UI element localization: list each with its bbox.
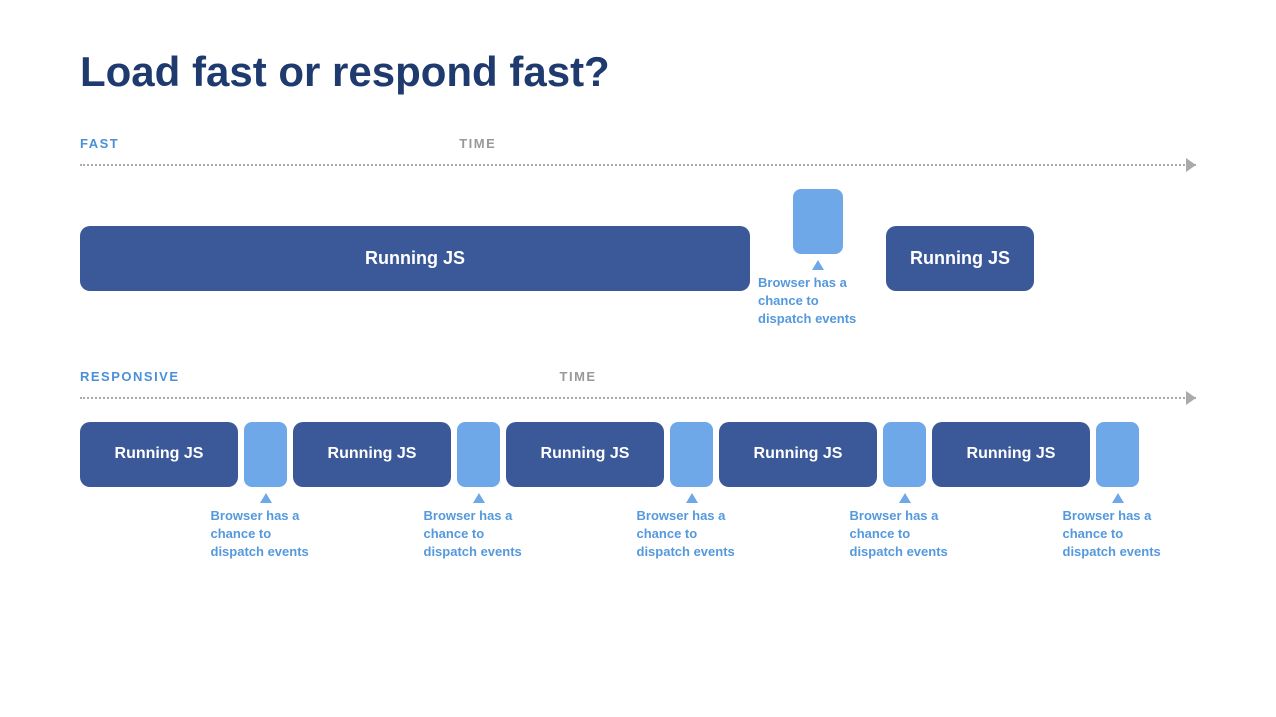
fast-blocks-row: Running JS Browser has achance todispatc…: [80, 189, 1196, 329]
fast-header-row: FAST TIME: [80, 136, 1196, 151]
fast-blocks-area: Running JS Browser has achance todispatc…: [80, 189, 1196, 329]
resp-annotation-4: Browser has achance todispatch events: [883, 493, 926, 562]
page-title: Load fast or respond fast?: [80, 48, 1196, 96]
resp-ann-arrow-5: [1112, 493, 1124, 503]
resp-ann-arrow-4: [899, 493, 911, 503]
resp-ann-arrow-3: [686, 493, 698, 503]
resp-gap-block-2: [457, 422, 500, 487]
fast-gap-block-wrap: Browser has achance todispatch events: [758, 189, 878, 329]
resp-ann-arrow-2: [473, 493, 485, 503]
resp-ann-text-4: Browser has achance todispatch events: [850, 507, 960, 562]
resp-running-js-2: Running JS: [293, 422, 451, 487]
fast-annotation-text: Browser has achance todispatch events: [758, 274, 878, 329]
resp-gap-block-3: [670, 422, 713, 487]
resp-ann-arrow-1: [260, 493, 272, 503]
resp-running-js-4: Running JS: [719, 422, 877, 487]
resp-running-js-3: Running JS: [506, 422, 664, 487]
resp-annotation-2: Browser has achance todispatch events: [457, 493, 500, 562]
resp-timeline-arrow: [80, 390, 1196, 406]
resp-header-row: RESPONSIVE TIME: [80, 369, 1196, 384]
fast-annotation-arrow: [812, 260, 824, 270]
resp-gap-block-1: [244, 422, 287, 487]
resp-blocks-area: Running JS Running JS Running JS Ru: [80, 422, 1196, 562]
resp-ann-text-5: Browser has achance todispatch events: [1063, 507, 1173, 562]
resp-label: RESPONSIVE: [80, 369, 180, 384]
fast-arrow-line: [80, 164, 1196, 166]
resp-ann-text-3: Browser has achance todispatch events: [637, 507, 747, 562]
fast-time-label: TIME: [459, 136, 496, 151]
resp-gap-block-4: [883, 422, 926, 487]
fast-running-js-2: Running JS: [886, 226, 1034, 291]
resp-time-label: TIME: [560, 369, 597, 384]
resp-annotation-3: Browser has achance todispatch events: [670, 493, 713, 562]
resp-gap-block-5: [1096, 422, 1139, 487]
fast-arrow-head: [1186, 158, 1196, 172]
resp-annotation-1: Browser has achance todispatch events: [244, 493, 287, 562]
fast-annotation: Browser has achance todispatch events: [758, 260, 878, 329]
resp-arrow-head: [1186, 391, 1196, 405]
fast-label: FAST: [80, 136, 119, 151]
fast-gap-block: [793, 189, 843, 254]
fast-running-js-1: Running JS: [80, 226, 750, 291]
fast-timeline-arrow: [80, 157, 1196, 173]
resp-annotation-row: Browser has achance todispatch events Br…: [80, 493, 1196, 562]
resp-running-js-1: Running JS: [80, 422, 238, 487]
resp-arrow-line: [80, 397, 1196, 399]
resp-ann-text-1: Browser has achance todispatch events: [211, 507, 321, 562]
resp-annotation-5: Browser has achance todispatch events: [1096, 493, 1139, 562]
responsive-section: RESPONSIVE TIME Running JS Running JS: [80, 369, 1196, 562]
page: Load fast or respond fast? FAST TIME Run…: [0, 0, 1276, 631]
resp-blocks-row: Running JS Running JS Running JS Ru: [80, 422, 1196, 487]
fast-section: FAST TIME Running JS: [80, 136, 1196, 329]
resp-running-js-5: Running JS: [932, 422, 1090, 487]
resp-ann-text-2: Browser has achance todispatch events: [424, 507, 534, 562]
